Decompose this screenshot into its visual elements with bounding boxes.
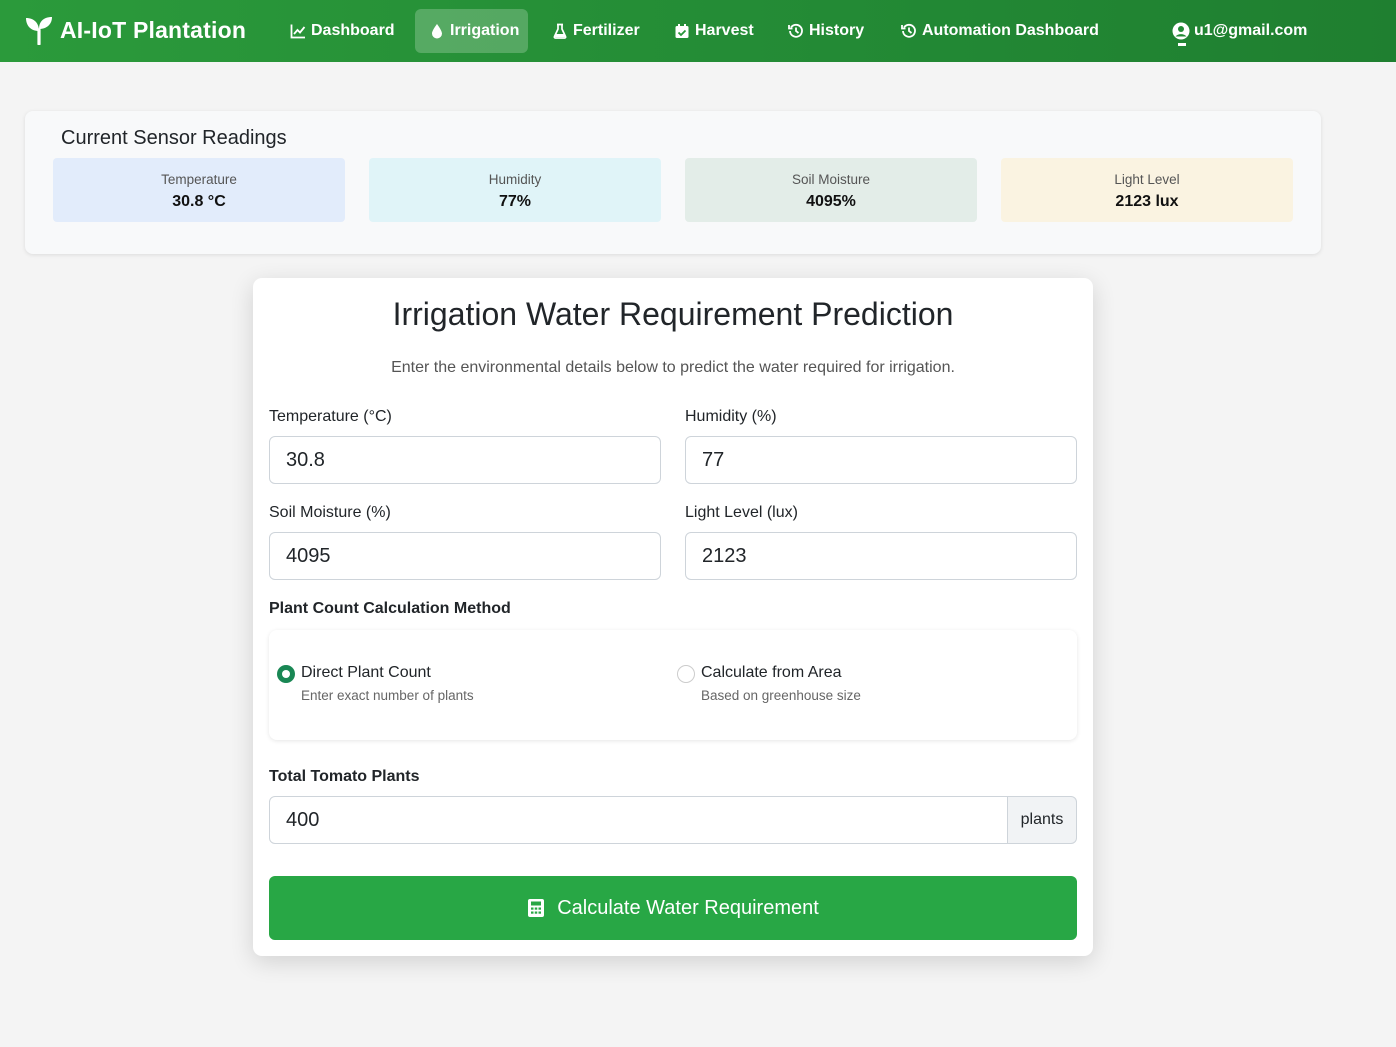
sensor-value: 4095% (806, 193, 856, 210)
nav-fertilizer[interactable]: Fertilizer (538, 9, 654, 53)
plants-unit-addon: plants (1008, 796, 1077, 844)
sensor-tile-light-level: Light Level 2123 lux (1001, 158, 1293, 222)
nav-label: History (809, 22, 865, 39)
temperature-label: Temperature (°C) (269, 408, 392, 425)
calculator-icon (528, 899, 545, 917)
nav-label: Harvest (695, 22, 754, 39)
soil-moisture-label: Soil Moisture (%) (269, 504, 391, 521)
nav-history[interactable]: History (774, 9, 878, 53)
radio-calculate-from-area[interactable] (677, 665, 695, 683)
option-title[interactable]: Direct Plant Count (301, 664, 431, 682)
user-email: u1@gmail.com (1194, 22, 1308, 39)
total-plants-label: Total Tomato Plants (269, 768, 420, 785)
irrigation-prediction-card: Irrigation Water Requirement Prediction … (253, 278, 1093, 956)
nav-label: Irrigation (450, 22, 520, 39)
temperature-input[interactable] (269, 436, 661, 484)
seedling-icon (26, 17, 52, 45)
user-menu[interactable]: u1@gmail.com (1172, 9, 1307, 53)
option-title[interactable]: Calculate from Area (701, 664, 842, 682)
page-subtitle: Enter the environmental details below to… (391, 359, 955, 376)
sensor-value: 30.8 °C (172, 193, 226, 210)
total-plants-input[interactable] (269, 796, 1008, 844)
history-icon (788, 23, 803, 38)
calendar-check-icon (675, 24, 689, 38)
top-navbar: AI-IoT Plantation Dashboard Irrigation F… (0, 0, 1396, 62)
sensor-value: 77% (498, 193, 532, 210)
sensor-label: Soil Moisture (791, 172, 871, 187)
nav-dashboard[interactable]: Dashboard (276, 9, 409, 53)
history-icon (901, 23, 916, 38)
total-plants-group: plants (269, 796, 1077, 844)
calculate-water-button[interactable]: Calculate Water Requirement (269, 876, 1077, 940)
sensor-readings-card: Current Sensor Readings Temperature 30.8… (25, 111, 1321, 254)
nav-label: Dashboard (311, 22, 395, 39)
dropdown-caret-icon (1178, 43, 1186, 46)
page-title: Irrigation Water Requirement Prediction (392, 296, 954, 332)
option-description: Enter exact number of plants (301, 688, 474, 703)
sensor-value: 2123 lux (1115, 193, 1179, 210)
user-circle-icon (1172, 22, 1190, 40)
radio-direct-plant-count[interactable] (277, 665, 295, 683)
light-level-label: Light Level (lux) (685, 504, 798, 521)
option-description: Based on greenhouse size (701, 688, 861, 703)
sensor-tile-humidity: Humidity 77% (369, 158, 661, 222)
nav-irrigation[interactable]: Irrigation (415, 9, 528, 53)
sensor-tile-soil-moisture: Soil Moisture 4095% (685, 158, 977, 222)
sensor-label: Humidity (488, 172, 542, 187)
sensor-label: Light Level (1114, 172, 1180, 187)
nav-label: Automation Dashboard (922, 22, 1099, 39)
brand[interactable]: AI-IoT Plantation (24, 14, 246, 46)
sensor-readings-title: Current Sensor Readings (61, 127, 287, 149)
method-options: Direct Plant Count Enter exact number of… (269, 630, 1077, 740)
method-section-label: Plant Count Calculation Method (269, 600, 511, 617)
flask-icon (553, 23, 567, 39)
nav-harvest[interactable]: Harvest (660, 9, 768, 53)
nav-label: Fertilizer (573, 22, 640, 39)
brand-name: AI-IoT Plantation (60, 16, 247, 43)
humidity-label: Humidity (%) (685, 408, 777, 425)
nav-automation-dashboard[interactable]: Automation Dashboard (887, 9, 1113, 53)
chart-line-icon (290, 24, 306, 39)
soil-moisture-input[interactable] (269, 532, 661, 580)
water-drop-icon (432, 24, 442, 39)
sensor-label: Temperature (161, 172, 237, 187)
light-level-input[interactable] (685, 532, 1077, 580)
humidity-input[interactable] (685, 436, 1077, 484)
calculate-button-label: Calculate Water Requirement (557, 896, 819, 919)
sensor-tile-temperature: Temperature 30.8 °C (53, 158, 345, 222)
